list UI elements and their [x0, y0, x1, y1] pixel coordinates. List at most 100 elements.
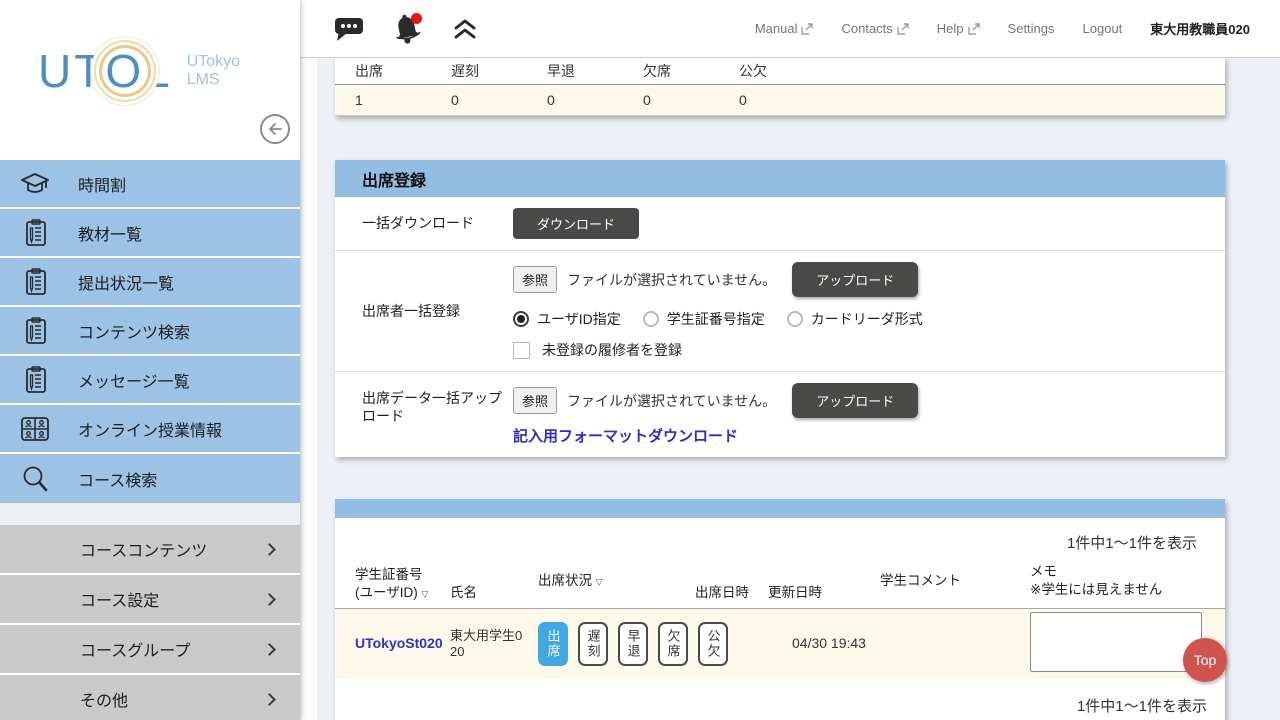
graduation-cap-icon [18, 167, 52, 201]
format-download-link[interactable]: 記入用フォーマットダウンロード [513, 425, 738, 446]
sidebar-item-timetable[interactable]: 時間割 [0, 160, 300, 209]
status-absent-button[interactable]: 欠席 [658, 622, 688, 666]
summary-value-early-leave: 0 [547, 92, 643, 108]
sidebar-item-label: 教材一覧 [78, 221, 142, 245]
sidebar-item-content-search[interactable]: コンテンツ検索 [0, 307, 300, 356]
sidebar-item-label: 時間割 [78, 172, 126, 196]
download-button[interactable]: ダウンロード [513, 208, 639, 239]
sidebar-menu: 時間割 教材一覧 [0, 160, 300, 503]
sidebar-item-label: 提出状況一覧 [78, 270, 174, 294]
file-status-text: ファイルが選択されていません。 [567, 270, 776, 290]
contacts-link[interactable]: Contacts [841, 21, 908, 36]
sidebar-item-label: オンライン授業情報 [78, 417, 222, 441]
sort-icon[interactable]: ▽ [596, 577, 603, 587]
chevron-right-icon [263, 593, 276, 606]
panel-header: 出席登録 [335, 160, 1225, 197]
online-class-icon [18, 412, 52, 446]
column-header-text: 出席状況 [538, 573, 592, 588]
back-to-top-button[interactable]: Top [1183, 638, 1227, 682]
manual-link[interactable]: Manual [755, 21, 814, 36]
logout-link[interactable]: Logout [1083, 21, 1123, 36]
sidebar-item-label: その他 [80, 687, 128, 711]
upload-button[interactable]: アップロード [792, 383, 918, 418]
sidebar-divider [0, 503, 300, 525]
notification-badge [411, 13, 422, 24]
browse-file-button[interactable]: 参照 [513, 266, 557, 293]
main-content: 出席 遅刻 早退 欠席 公欠 1 0 0 0 0 出席登録 一括ダウンロード [335, 58, 1225, 720]
memo-textarea[interactable] [1030, 612, 1202, 672]
radio-card-reader-format[interactable]: カードリーダ形式 [787, 309, 923, 329]
register-unregistered-option[interactable]: 未登録の履修者を登録 [513, 340, 1225, 360]
radio-label: カードリーダ形式 [811, 309, 923, 329]
checkbox-icon[interactable] [513, 342, 530, 359]
sidebar: UTOL UTokyo LMS 時間割 [0, 0, 300, 720]
pagination-info-bottom: 1件中1〜1件を表示 [335, 679, 1225, 720]
column-header-text: 出席日時 [695, 585, 749, 600]
chevron-right-icon [263, 693, 276, 706]
external-link-icon [968, 23, 980, 35]
messages-button[interactable] [332, 12, 366, 46]
status-excused-button[interactable]: 公欠 [698, 622, 728, 666]
summary-value-row: 1 0 0 0 0 [335, 85, 1225, 116]
sidebar-item-messages[interactable]: メッセージ一覧 [0, 356, 300, 405]
sidebar-item-submission-status[interactable]: 提出状況一覧 [0, 258, 300, 307]
status-early-leave-button[interactable]: 早退 [618, 622, 648, 666]
settings-link[interactable]: Settings [1008, 21, 1055, 36]
arrow-left-icon [267, 122, 283, 136]
sort-icon[interactable]: ▽ [422, 589, 429, 599]
status-present-button[interactable]: 出席 [538, 622, 568, 666]
logo-text: L [144, 45, 173, 97]
sidebar-item-course-group[interactable]: コースグループ [0, 625, 300, 675]
logout-link-label: Logout [1083, 21, 1123, 36]
column-header-text: 学生証番号 [355, 566, 450, 584]
column-header-text: メモ [1030, 563, 1220, 581]
sidebar-item-course-settings[interactable]: コース設定 [0, 575, 300, 625]
column-header-text: (ユーザID) [355, 585, 418, 600]
utol-logo[interactable]: UTOL UTokyo LMS [38, 48, 240, 94]
sidebar-item-label: コースグループ [80, 637, 190, 661]
contacts-link-label: Contacts [841, 21, 892, 36]
status-late-button[interactable]: 遅刻 [578, 622, 608, 666]
sidebar-item-course-search[interactable]: コース検索 [0, 454, 300, 503]
radio-label: ユーザID指定 [537, 309, 621, 329]
radio-user-id[interactable]: ユーザID指定 [513, 309, 621, 329]
pagination-info-top: 1件中1〜1件を表示 [335, 518, 1225, 561]
summary-col-present: 出席 [355, 61, 451, 81]
summary-col-early-leave: 早退 [547, 61, 643, 81]
column-header-memo: メモ ※学生には見えません [1030, 561, 1220, 599]
table-toolbar [335, 499, 1225, 518]
clipboard-icon [18, 363, 52, 397]
scrollbar-track[interactable] [301, 58, 317, 720]
sidebar-item-online-class-info[interactable]: オンライン授業情報 [0, 405, 300, 454]
sidebar-item-materials[interactable]: 教材一覧 [0, 209, 300, 258]
current-user-name: 東大用教職員020 [1150, 19, 1250, 38]
column-header-text: 学生コメント [880, 573, 961, 588]
bulk-download-row: 一括ダウンロード ダウンロード [335, 197, 1225, 251]
sidebar-item-label: コンテンツ検索 [78, 319, 190, 343]
column-header-status[interactable]: 出席状況 ▽ [538, 561, 695, 590]
summary-col-late: 遅刻 [451, 61, 547, 81]
notifications-button[interactable] [390, 12, 424, 46]
collapse-header-button[interactable] [448, 12, 482, 46]
page: Manual Contacts Help Settings [0, 0, 1280, 720]
help-link[interactable]: Help [937, 21, 980, 36]
student-id-link[interactable]: UTokyoSt020 [355, 635, 443, 651]
bulk-download-label: 一括ダウンロード [335, 214, 513, 232]
browse-file-button[interactable]: 参照 [513, 387, 557, 414]
sidebar-collapse-button[interactable] [260, 114, 290, 144]
logo-o-letter: O [105, 45, 144, 97]
summary-value-excused: 0 [739, 92, 835, 108]
radio-student-card-number[interactable]: 学生証番号指定 [643, 309, 765, 329]
upload-button[interactable]: アップロード [792, 262, 918, 297]
settings-link-label: Settings [1008, 21, 1055, 36]
column-header-text: 氏名 [450, 585, 477, 600]
sidebar-item-others[interactable]: その他 [0, 675, 300, 720]
radio-label: 学生証番号指定 [667, 309, 765, 329]
sidebar-item-course-contents[interactable]: コースコンテンツ [0, 525, 300, 575]
column-header-student-id[interactable]: 学生証番号 (ユーザID) ▽ [355, 566, 450, 602]
summary-value-late: 0 [451, 92, 547, 108]
clipboard-icon [18, 265, 52, 299]
radio-unselected-icon [643, 311, 659, 327]
column-header-student-comment: 学生コメント [880, 572, 1030, 590]
attendee-bulk-register-row: 出席者一括登録 参照 ファイルが選択されていません。 アップロード ユーザID指… [335, 251, 1225, 372]
